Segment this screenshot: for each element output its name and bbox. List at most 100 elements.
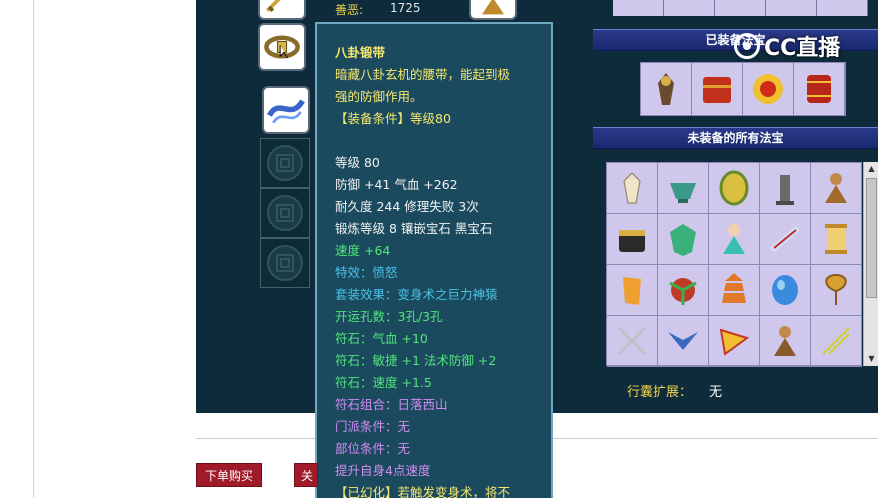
item-forge: 锻炼等级 8 镶嵌宝石 黑宝石 [335,221,493,236]
empty-slot[interactable] [260,138,310,188]
treasure-cell[interactable] [692,63,743,115]
treasure-cell[interactable] [607,214,658,265]
item-description: 暗藏八卦玄机的腰带，能起到极 [335,67,511,82]
green-shield-icon [670,224,696,256]
item-bonus: 提升自身4点速度 [335,463,431,478]
treasure-cell[interactable] [658,163,709,214]
talisman-icon [623,277,641,305]
leaf-fan-icon [825,273,847,305]
treasure-cell[interactable] [811,265,862,316]
order-button[interactable]: 下单购买 [196,463,263,487]
sword-icon [266,0,281,12]
black-box-icon [619,230,645,252]
item-cell[interactable] [664,0,715,16]
accessory-slot[interactable] [262,86,310,134]
unequipped-treasures [606,162,862,367]
item-level: 等级 80 [335,155,380,170]
left-margin [0,0,34,498]
arrows-icon [822,327,850,355]
warrior-statue-icon [658,73,674,105]
unequipped-treasure-header: 未装备的所有法宝 [593,127,878,149]
item-cell[interactable] [817,0,868,16]
treasure-cell[interactable] [709,214,760,265]
seal-icon [267,145,303,181]
weapon-slot[interactable] [258,0,306,20]
item-description: 强的防御作用。 [335,89,423,104]
item-illusion: 【已幻化】若触发变身术，将不 [335,485,511,498]
treasure-cell[interactable] [811,214,862,265]
scroll-up-icon[interactable]: ▲ [864,162,878,176]
treasure-cell[interactable] [760,214,811,265]
jade-bowl-icon [670,183,696,203]
treasure-cell[interactable] [760,265,811,316]
karma-value: 1725 [390,1,421,15]
item-set-effect: 套装效果：变身术之巨力神猿 [335,287,498,302]
item-cell[interactable] [613,0,664,16]
follow-button[interactable]: 关注 [294,463,318,487]
scroll-down-icon[interactable]: ▼ [864,352,878,366]
pet-slot[interactable] [469,0,517,20]
seal-icon [267,245,303,281]
winged-emblem-icon [668,332,698,350]
treasure-cell[interactable] [709,265,760,316]
treasure-cell[interactable] [811,316,862,367]
item-cell[interactable] [715,0,766,16]
flute-icon [770,225,800,253]
equipped-treasures [640,62,846,116]
figure-icon [482,0,504,15]
scroll-icon [825,224,847,254]
scroll-thumb[interactable] [866,178,877,298]
empty-slot[interactable] [260,238,310,288]
treasure-cell[interactable] [607,265,658,316]
treasure-cell[interactable] [641,63,692,115]
item-tooltip: 八卦锻带 暗藏八卦玄机的腰带，能起到极 强的防御作用。 【装备条件】等级80 等… [315,22,553,498]
item-part-requirement: 部位条件：无 [335,441,411,456]
treasure-cell[interactable] [743,63,794,115]
item-cell[interactable] [766,0,817,16]
equip-requirement: 【装备条件】等级80 [335,111,451,126]
pagoda-icon [722,273,746,303]
red-chest-icon [703,77,731,103]
treasure-cell[interactable] [794,63,845,115]
watermark-text: CC直播 [764,36,841,61]
item-effect: 特效：愤怒 [335,265,398,280]
treasure-cell[interactable] [658,214,709,265]
treasure-cell[interactable] [709,163,760,214]
flame-emblem-icon [753,74,783,104]
crossed-swords-icon [617,326,647,356]
ribbon-icon [267,99,305,124]
item-durability: 耐久度 244 修理失败 3次 [335,199,479,214]
top-item-row [613,0,868,16]
cc-live-watermark: CC直播 [734,30,840,62]
golden-banner-icon [719,328,750,356]
stone-pillar-icon [776,175,794,205]
jade-tablet-icon [719,170,749,206]
item-defense: 防御 +41 气血 +262 [335,177,458,192]
item-rune: 符石：敏捷 +1 法术防御 +2 [335,353,497,368]
monk-figure-icon [774,326,796,356]
bag-expansion-value: 无 [709,385,723,400]
item-rune: 符石：速度 +1.5 [335,375,432,390]
item-name: 八卦锻带 [335,45,386,60]
item-rune-combo: 符石组合：日落西山 [335,397,448,412]
blue-orb-icon [772,275,798,305]
item-holes: 开运孔数：3孔/3孔 [335,309,443,324]
treasure-cell[interactable] [760,163,811,214]
treasure-cell[interactable] [760,316,811,367]
treasure-cell[interactable] [709,316,760,367]
empty-slot[interactable] [260,188,310,238]
fairy-figure-icon [723,224,745,254]
bag-expansion-label: 行囊扩展： [627,385,693,400]
treasure-cell[interactable] [658,265,709,316]
drum-icon [807,75,831,103]
monk-figure-icon [825,173,847,203]
treasure-cell[interactable] [607,163,658,214]
treasure-scrollbar[interactable]: ▲ ▼ [863,162,878,366]
item-sect-requirement: 门派条件：无 [335,419,411,434]
fan-blades-icon [669,278,697,305]
karma-label: 善恶: [335,3,364,17]
treasure-cell[interactable] [811,163,862,214]
treasure-cell[interactable] [658,316,709,367]
belt-slot[interactable] [258,23,306,71]
treasure-cell[interactable] [607,316,658,367]
